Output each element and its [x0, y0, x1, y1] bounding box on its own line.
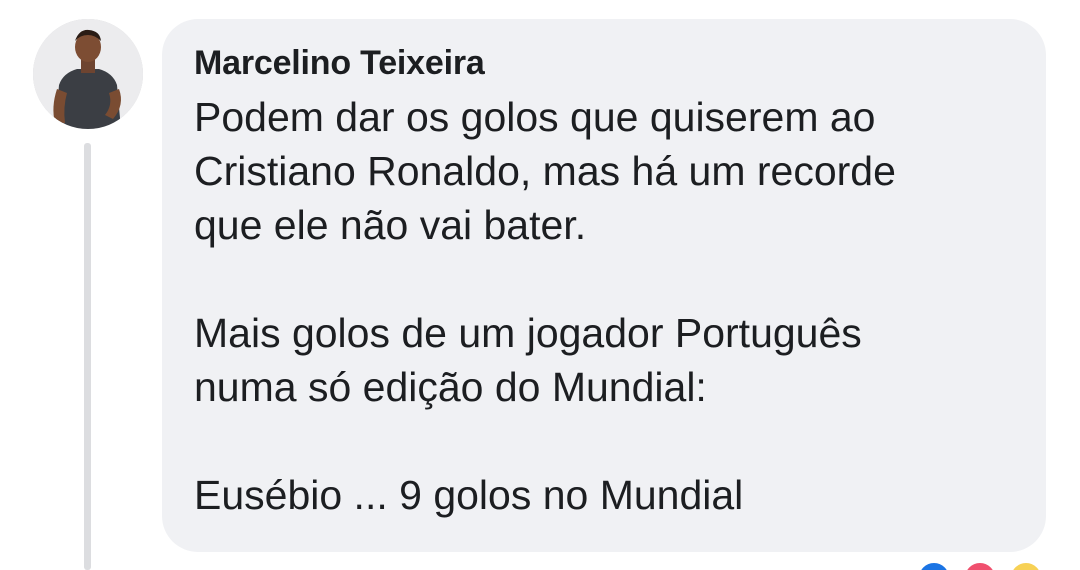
comment-line: que ele não vai bater.: [194, 202, 587, 248]
comment-text: Podem dar os golos que quiserem ao Crist…: [194, 90, 1016, 522]
reaction-summary[interactable]: [916, 560, 1056, 570]
comment-line: Cristiano Ronaldo, mas há um recorde: [194, 148, 896, 194]
comment-line: numa só edição do Mundial:: [194, 364, 707, 410]
thread-line: [84, 143, 91, 570]
comment-line: Podem dar os golos que quiserem ao: [194, 94, 876, 140]
avatar[interactable]: [33, 19, 143, 129]
comment-bubble: Marcelino Teixeira Podem dar os golos qu…: [162, 19, 1046, 552]
comment-line: Mais golos de um jogador Português: [194, 310, 862, 356]
comment-line: Eusébio ... 9 golos no Mundial: [194, 472, 744, 518]
love-reaction-icon: [962, 560, 998, 570]
haha-reaction-icon: [1008, 560, 1044, 570]
comment-thread: Marcelino Teixeira Podem dar os golos qu…: [0, 0, 1080, 570]
comment-author-name[interactable]: Marcelino Teixeira: [194, 41, 1016, 85]
person-photo-icon: [33, 19, 143, 129]
like-reaction-icon: [916, 560, 952, 570]
